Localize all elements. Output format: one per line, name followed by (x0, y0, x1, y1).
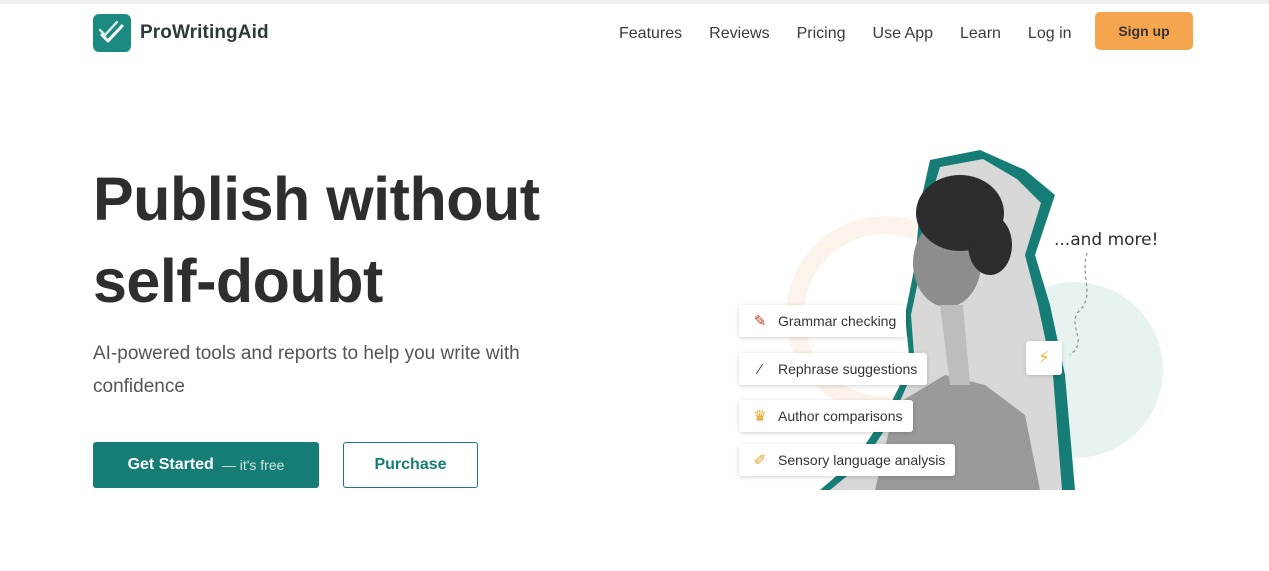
nav-login[interactable]: Log in (1028, 25, 1072, 43)
hero-title-line1: Publish without (93, 165, 540, 233)
magic-wand-icon: ⁄ (758, 360, 762, 378)
feature-label-rephrase: Rephrase suggestions (778, 361, 918, 377)
nav-reviews[interactable]: Reviews (709, 25, 769, 43)
get-started-label: Get Started (127, 456, 214, 473)
pencil-icon: ✐ (753, 452, 767, 469)
and-more-label: ...and more! (1054, 230, 1159, 250)
hero-illustration: ...and more! ✎ Grammar checking ⁄ Rephra… (735, 145, 1175, 495)
nav-features[interactable]: Features (619, 25, 682, 43)
hero-title-line2: self-doubt (93, 247, 383, 315)
main-nav: Features Reviews Pricing Use App Learn L… (619, 25, 1099, 43)
feature-card-grammar: ✎ Grammar checking (739, 305, 907, 337)
feature-label-grammar: Grammar checking (778, 313, 897, 329)
get-started-button[interactable]: Get Started — it's free (93, 442, 319, 488)
hero-title: Publish without self-doubt (93, 158, 613, 322)
crown-icon: ♛ (753, 408, 767, 425)
site-header: ProWritingAid Features Reviews Pricing U… (0, 4, 1269, 66)
feature-card-author: ♛ Author comparisons (739, 400, 913, 432)
feature-label-author: Author comparisons (778, 408, 903, 424)
feature-card-rephrase: ⁄ Rephrase suggestions (739, 353, 928, 385)
nav-learn[interactable]: Learn (960, 25, 1001, 43)
logo-text: ProWritingAid (140, 22, 269, 43)
feather-icon: ✎ (753, 313, 767, 330)
hero-subtitle: AI-powered tools and reports to help you… (93, 343, 520, 397)
purchase-button[interactable]: Purchase (343, 442, 478, 488)
signup-button[interactable]: Sign up (1095, 12, 1193, 50)
feature-card-sensory: ✐ Sensory language analysis (739, 444, 956, 476)
nav-pricing[interactable]: Pricing (797, 25, 846, 43)
get-started-note: — it's free (221, 457, 285, 473)
lightning-icon: ⚡ (1026, 341, 1062, 375)
nav-use-app[interactable]: Use App (873, 25, 933, 43)
logo[interactable]: ProWritingAid (93, 14, 269, 52)
logo-mark-icon (93, 14, 131, 52)
feature-label-sensory: Sensory language analysis (778, 452, 946, 468)
